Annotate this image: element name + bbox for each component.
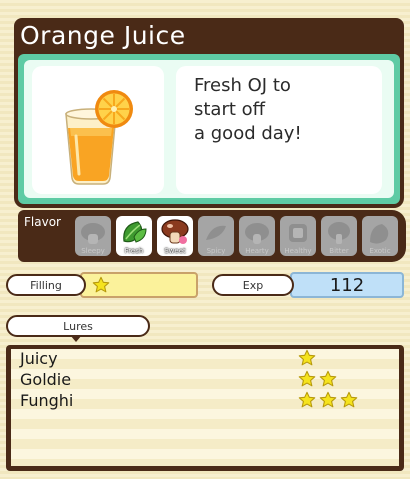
lures-label: Lures xyxy=(6,315,150,337)
lure-stars-juicy xyxy=(298,349,316,367)
star-icon xyxy=(298,391,316,408)
item-image-panel xyxy=(32,66,164,194)
sleepy-mushroom-icon xyxy=(81,223,105,244)
flavor-tile-sweet: Sweet xyxy=(157,216,193,256)
star-icon xyxy=(298,370,316,387)
lure-stars-funghi xyxy=(298,391,358,409)
fresh-leaf-icon xyxy=(123,221,147,243)
bitter-icon xyxy=(328,222,350,244)
flavor-tile-sleepy: Sleepy xyxy=(75,216,111,256)
exp-label: Exp xyxy=(212,274,294,296)
flavor-tile-exotic: Exotic xyxy=(362,216,398,256)
flavor-tile-bitter: Bitter xyxy=(321,216,357,256)
lure-name-funghi: Funghi xyxy=(20,391,74,410)
flavor-name-fresh: Fresh xyxy=(124,247,144,255)
flavor-name-sleepy: Sleepy xyxy=(81,247,105,255)
flavor-name-healthy: Healthy xyxy=(284,247,312,255)
filling-label: Filling xyxy=(6,274,86,296)
orange-juice-icon xyxy=(65,90,133,185)
flavor-name-sweet: Sweet xyxy=(164,247,186,255)
filling-value-box xyxy=(80,272,198,298)
lure-stars-goldie xyxy=(298,370,337,388)
flavor-tile-fresh: Fresh xyxy=(116,216,152,256)
star-icon xyxy=(319,370,337,387)
star-icon xyxy=(340,391,358,408)
lures-label-pointer xyxy=(70,335,82,342)
item-title: Orange Juice xyxy=(20,21,186,50)
description-line-3: a good day! xyxy=(194,123,302,144)
spicy-icon xyxy=(206,225,226,240)
star-icon xyxy=(319,391,337,408)
lure-name-goldie: Goldie xyxy=(20,370,72,389)
flavor-label: Flavor xyxy=(24,215,61,229)
flavor-tile-hearty: Hearty xyxy=(239,216,275,256)
flavor-name-spicy: Spicy xyxy=(206,247,226,255)
flavor-name-hearty: Hearty xyxy=(245,247,269,255)
sweet-mushroom-icon xyxy=(161,219,189,244)
description-line-1: Fresh OJ to xyxy=(194,75,291,96)
exp-value: 112 xyxy=(290,272,404,298)
star-icon xyxy=(92,276,110,293)
flavor-name-bitter: Bitter xyxy=(329,247,349,255)
flavor-tile-healthy: Healthy xyxy=(280,216,316,256)
star-icon xyxy=(298,349,316,366)
hearty-icon xyxy=(245,223,269,244)
healthy-icon xyxy=(289,224,307,242)
lure-name-juicy: Juicy xyxy=(20,349,58,368)
filling-stars xyxy=(92,276,110,294)
description-line-2: start off xyxy=(194,99,266,120)
flavor-tile-spicy: Spicy xyxy=(198,216,234,256)
exotic-icon xyxy=(370,224,389,244)
flavor-name-exotic: Exotic xyxy=(369,247,391,255)
